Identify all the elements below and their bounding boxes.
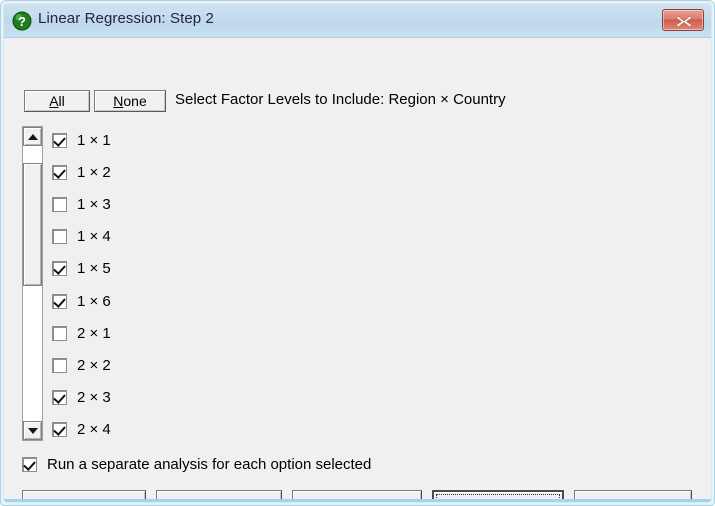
factor-level-checkbox[interactable] bbox=[52, 132, 67, 148]
scroll-down-arrow-icon[interactable] bbox=[23, 421, 42, 440]
factor-level-label: 1 × 1 bbox=[77, 131, 111, 149]
factor-level-checkbox[interactable] bbox=[52, 390, 67, 406]
factor-level-row[interactable]: 1 × 1 bbox=[52, 127, 111, 153]
scroll-down-triangle bbox=[28, 428, 38, 434]
factor-level-label: 1 × 3 bbox=[77, 195, 111, 213]
factor-level-row[interactable]: 1 × 4 bbox=[52, 224, 111, 250]
close-button[interactable] bbox=[662, 9, 704, 31]
green-question-mark-icon: ? bbox=[12, 11, 32, 31]
separate-analysis-checkbox-row[interactable]: Run a separate analysis for each option … bbox=[22, 456, 371, 473]
factor-level-row[interactable]: 1 × 5 bbox=[52, 256, 111, 282]
dialog-body: All None Select Factor Levels to Include… bbox=[4, 38, 711, 502]
factor-level-row[interactable]: 2 × 4 bbox=[52, 417, 111, 443]
factor-level-row[interactable]: 2 × 1 bbox=[52, 320, 111, 346]
factor-level-label: 2 × 2 bbox=[77, 356, 111, 374]
svg-text:?: ? bbox=[18, 14, 26, 29]
separate-analysis-checkbox[interactable] bbox=[22, 457, 37, 472]
all-button-rest: ll bbox=[58, 93, 65, 109]
factor-level-label: 1 × 5 bbox=[77, 260, 111, 278]
factor-level-row[interactable]: 1 × 2 bbox=[52, 159, 111, 185]
scroll-up-triangle bbox=[28, 134, 38, 140]
factor-level-label: 1 × 2 bbox=[77, 163, 111, 181]
factor-level-checkbox[interactable] bbox=[52, 196, 67, 212]
separate-analysis-label: Run a separate analysis for each option … bbox=[47, 456, 372, 473]
window-bottom-accent bbox=[4, 499, 711, 502]
none-button-accel: N bbox=[113, 93, 124, 109]
factor-level-row[interactable]: 1 × 6 bbox=[52, 288, 111, 314]
factor-level-label: 1 × 6 bbox=[77, 292, 111, 310]
all-button-accel: A bbox=[49, 93, 59, 109]
instruction-label: Select Factor Levels to Include: Region … bbox=[175, 91, 506, 108]
scrollbar-thumb[interactable] bbox=[23, 162, 42, 287]
factor-level-label: 2 × 3 bbox=[77, 389, 111, 407]
factor-level-label: 1 × 4 bbox=[77, 228, 111, 246]
factor-level-checkbox[interactable] bbox=[52, 357, 67, 373]
none-button-rest: one bbox=[123, 93, 147, 109]
window-title: Linear Regression: Step 2 bbox=[38, 10, 214, 27]
select-none-button[interactable]: None bbox=[94, 90, 166, 112]
select-all-button[interactable]: All bbox=[24, 90, 90, 112]
factor-level-checkbox[interactable] bbox=[52, 422, 67, 438]
dialog-window: ? Linear Regression: Step 2 All None Sel… bbox=[0, 0, 715, 506]
factor-level-checkbox[interactable] bbox=[52, 164, 67, 180]
factor-level-row[interactable]: 2 × 2 bbox=[52, 352, 111, 378]
factor-level-checkbox[interactable] bbox=[52, 261, 67, 277]
factor-level-label: 2 × 1 bbox=[77, 324, 111, 342]
scroll-up-arrow-icon[interactable] bbox=[23, 127, 42, 146]
factor-level-checkbox[interactable] bbox=[52, 325, 67, 341]
dialog-window-inner: ? Linear Regression: Step 2 All None Sel… bbox=[3, 3, 712, 503]
list-scrollbar[interactable] bbox=[22, 126, 43, 441]
factor-level-label: 2 × 4 bbox=[77, 421, 111, 439]
factor-levels-list[interactable]: 1 × 1 1 × 2 1 × 3 1 × 4 1 × 5 1 × 6 2 × 1 2 × 2… bbox=[52, 126, 352, 441]
title-bar[interactable]: ? Linear Regression: Step 2 bbox=[4, 4, 711, 38]
factor-level-row[interactable]: 1 × 3 bbox=[52, 191, 111, 217]
factor-level-row[interactable]: 2 × 3 bbox=[52, 385, 111, 411]
factor-level-checkbox[interactable] bbox=[52, 293, 67, 309]
factor-level-checkbox[interactable] bbox=[52, 229, 67, 245]
